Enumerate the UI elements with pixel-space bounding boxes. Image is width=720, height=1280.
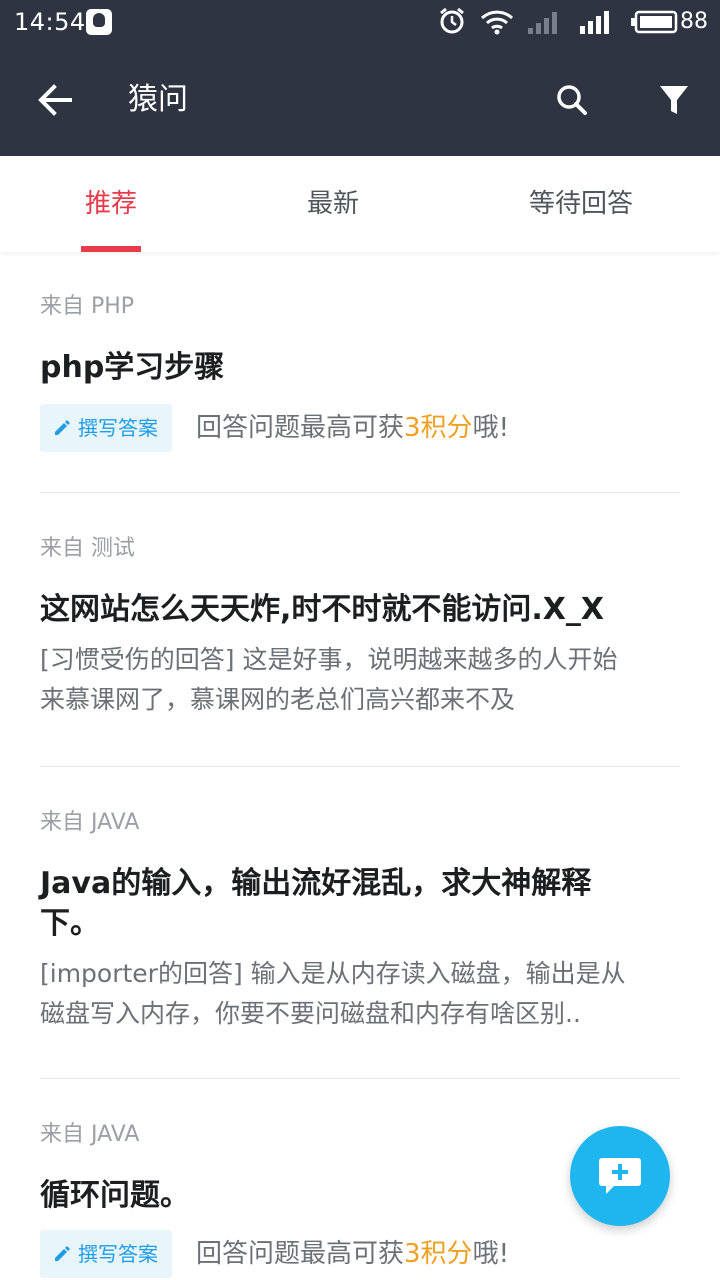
wifi-icon xyxy=(480,10,514,35)
reward-text: 回答问题最高可获3积分哦! xyxy=(196,1230,509,1278)
reward-prefix: 回答问题最高可获 xyxy=(196,413,405,443)
question-title[interactable]: 这网站怎么天天炸,时不时就不能访问.X_X xyxy=(40,590,680,630)
tab-recommended[interactable]: 推荐 xyxy=(40,156,182,252)
question-card[interactable]: 来自 JAVA Java的输入，输出流好混乱，求大神解释 下。 [importe… xyxy=(40,808,680,1034)
reward-text: 回答问题最高可获3积分哦! xyxy=(196,404,509,452)
write-answer-label: 撰写答案 xyxy=(78,416,158,440)
search-icon[interactable] xyxy=(548,76,596,124)
question-source: 来自 PHP xyxy=(40,294,135,319)
answer-snippet-line: [importer的回答] 输入是从内存读入磁盘，输出是从 xyxy=(40,959,626,988)
pencil-icon xyxy=(55,1246,70,1261)
divider xyxy=(40,492,680,493)
signal-4g-icon xyxy=(580,11,609,34)
alarm-icon xyxy=(440,7,464,34)
pencil-icon xyxy=(55,420,70,435)
answer-prompt-row: 撰写答案 回答问题最高可获3积分哦! xyxy=(40,404,680,452)
divider xyxy=(40,766,680,767)
battery-icon xyxy=(631,10,678,34)
ask-question-button[interactable] xyxy=(570,1126,670,1226)
divider xyxy=(40,1078,680,1079)
answer-snippet-line: [习惯受伤的回答] 这是好事，说明越来越多的人开始 xyxy=(40,645,618,674)
answer-snippet-line: 来慕课网了，慕课网的老总们高兴都来不及 xyxy=(40,685,516,714)
question-source: 来自 测试 xyxy=(40,536,135,561)
add-question-icon xyxy=(599,1158,641,1194)
reward-points: 3积分 xyxy=(404,1239,473,1269)
reward-suffix: 哦! xyxy=(472,1239,509,1269)
write-answer-button[interactable]: 撰写答案 xyxy=(40,404,172,452)
app-bar: 猿问 xyxy=(0,44,720,156)
answer-snippet-line: 磁盘写入内存，你要不要问磁盘和内存有啥区别.. xyxy=(40,999,581,1028)
reward-prefix: 回答问题最高可获 xyxy=(196,1239,405,1269)
status-time: 14:54 xyxy=(14,8,86,36)
reward-points: 3积分 xyxy=(404,413,473,443)
question-card[interactable]: 来自 测试 这网站怎么天天炸,时不时就不能访问.X_X [习惯受伤的回答] 这是… xyxy=(40,534,680,720)
tab-bar: 推荐 最新 等待回答 xyxy=(0,156,720,252)
filter-icon[interactable] xyxy=(650,76,698,124)
reward-suffix: 哦! xyxy=(472,413,509,443)
answer-prompt-row: 撰写答案 回答问题最高可获3积分哦! xyxy=(40,1230,680,1278)
write-answer-button[interactable]: 撰写答案 xyxy=(40,1230,172,1278)
write-answer-label: 撰写答案 xyxy=(78,1242,158,1266)
signal-icon xyxy=(528,12,557,34)
question-title[interactable]: Java的输入，输出流好混乱，求大神解释 xyxy=(40,864,680,904)
tab-awaiting-answer[interactable]: 等待回答 xyxy=(500,156,662,252)
question-title-cont[interactable]: 下。 xyxy=(40,904,680,944)
battery-level: 88 xyxy=(680,9,708,34)
tab-latest[interactable]: 最新 xyxy=(262,156,404,252)
status-bar: 14:54 88 xyxy=(0,0,720,44)
qq-icon xyxy=(86,9,112,35)
question-card[interactable]: 来自 PHP php学习步骤 撰写答案 回答问题最高可获3积分哦! xyxy=(40,292,680,452)
back-arrow-icon[interactable] xyxy=(30,74,82,126)
question-title[interactable]: php学习步骤 xyxy=(40,348,680,388)
question-source: 来自 JAVA xyxy=(40,810,140,835)
page-title: 猿问 xyxy=(128,82,188,117)
